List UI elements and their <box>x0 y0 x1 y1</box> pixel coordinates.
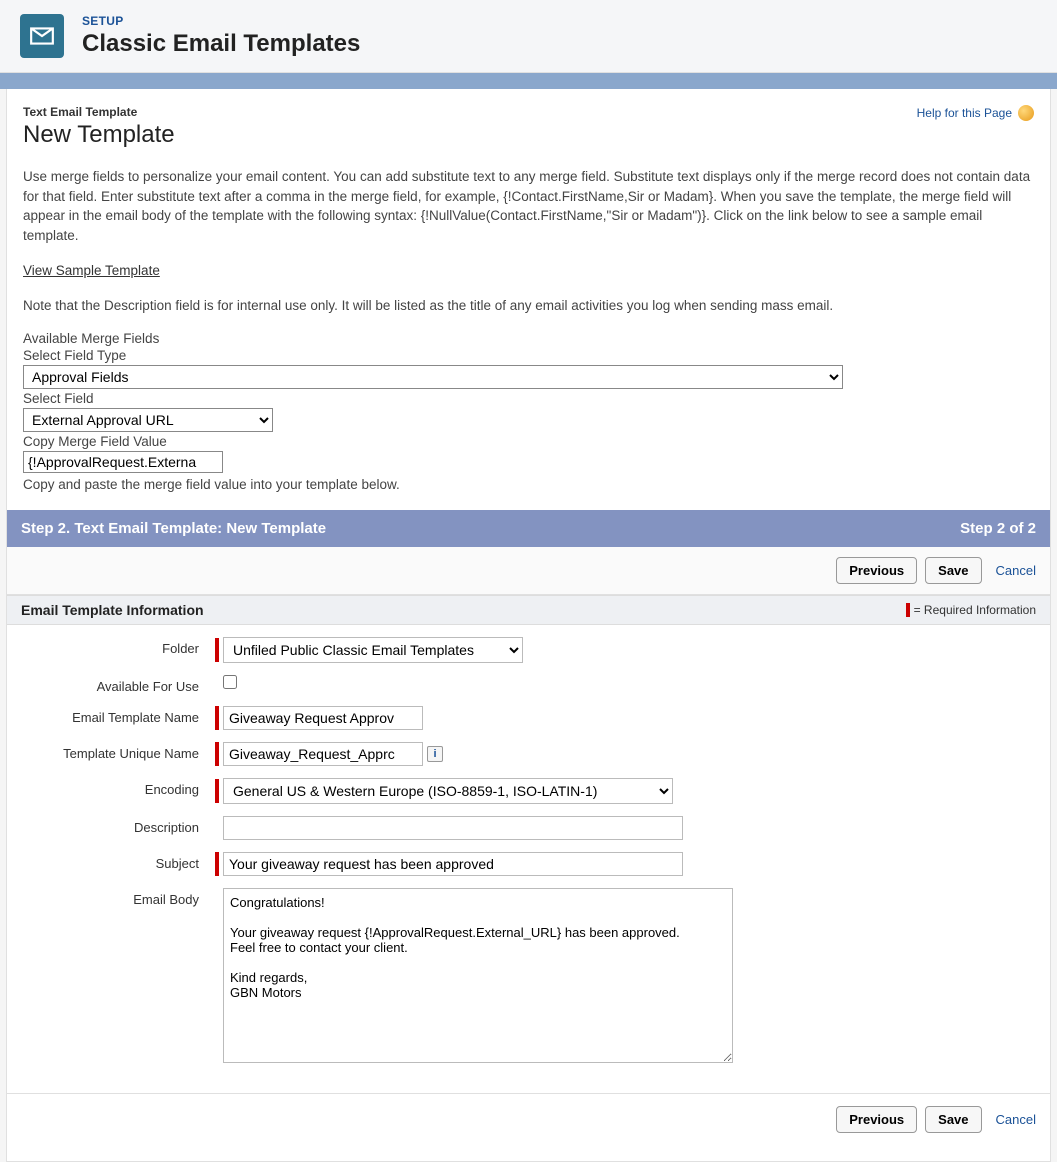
help-icon <box>1018 105 1034 121</box>
required-mark-icon <box>215 852 219 876</box>
cancel-link[interactable]: Cancel <box>996 1112 1036 1127</box>
required-mark-icon <box>906 603 910 617</box>
section-header: Email Template Information = Required In… <box>7 595 1050 625</box>
required-mark-icon <box>215 779 219 803</box>
folder-select[interactable]: Unfiled Public Classic Email Templates <box>223 637 523 663</box>
cancel-link[interactable]: Cancel <box>996 563 1036 578</box>
copy-merge-help: Copy and paste the merge field value int… <box>23 477 1034 492</box>
unique-name-input[interactable] <box>223 742 423 766</box>
note-text: Note that the Description field is for i… <box>23 298 1034 313</box>
available-label: Available For Use <box>7 669 207 700</box>
section-title: Email Template Information <box>21 602 204 618</box>
folder-label: Folder <box>7 631 207 669</box>
email-body-textarea[interactable] <box>223 888 733 1063</box>
copy-merge-label: Copy Merge Field Value <box>23 434 1034 449</box>
previous-button[interactable]: Previous <box>836 557 917 584</box>
field-select[interactable]: External Approval URL <box>23 408 273 432</box>
subject-label: Subject <box>7 846 207 882</box>
info-icon[interactable]: i <box>427 746 443 762</box>
field-label: Select Field <box>23 391 1034 406</box>
help-link[interactable]: Help for this Page <box>917 105 1034 121</box>
field-type-select[interactable]: Approval Fields <box>23 365 843 389</box>
merge-fields-area: Available Merge Fields Select Field Type… <box>23 331 1034 492</box>
subject-input[interactable] <box>223 852 683 876</box>
template-name-input[interactable] <box>223 706 423 730</box>
view-sample-link[interactable]: View Sample Template <box>23 263 160 278</box>
available-checkbox[interactable] <box>223 675 237 689</box>
required-mark-icon <box>215 742 219 766</box>
required-legend: = Required Information <box>906 603 1036 617</box>
description-label: Description <box>7 810 207 846</box>
name-label: Email Template Name <box>7 700 207 736</box>
field-type-label: Select Field Type <box>23 348 1034 363</box>
step-counter: Step 2 of 2 <box>960 520 1036 537</box>
required-mark-icon <box>215 706 219 730</box>
email-icon <box>20 14 64 58</box>
divider-bar <box>0 73 1057 89</box>
description-text: Use merge fields to personalize your ema… <box>23 167 1034 245</box>
copy-merge-input[interactable] <box>23 451 223 473</box>
body-label: Email Body <box>7 882 207 1069</box>
setup-label: SETUP <box>82 14 360 28</box>
previous-button[interactable]: Previous <box>836 1106 917 1133</box>
page-subtitle: Text Email Template <box>23 105 175 119</box>
step-bar: Step 2. Text Email Template: New Templat… <box>7 510 1050 547</box>
required-text: = Required Information <box>914 603 1036 617</box>
save-button[interactable]: Save <box>925 557 981 584</box>
unique-label: Template Unique Name <box>7 736 207 772</box>
step-title: Step 2. Text Email Template: New Templat… <box>21 520 326 537</box>
save-button[interactable]: Save <box>925 1106 981 1133</box>
required-mark-icon <box>215 638 219 662</box>
bottom-button-row: Previous Save Cancel <box>7 1093 1050 1145</box>
encoding-label: Encoding <box>7 772 207 810</box>
top-button-row: Previous Save Cancel <box>7 547 1050 595</box>
page-main-title: Classic Email Templates <box>82 30 360 58</box>
help-link-label: Help for this Page <box>917 106 1012 120</box>
merge-heading: Available Merge Fields <box>23 331 1034 346</box>
page-title: New Template <box>23 121 175 149</box>
description-input[interactable] <box>223 816 683 840</box>
encoding-select[interactable]: General US & Western Europe (ISO-8859-1,… <box>223 778 673 804</box>
page-header: SETUP Classic Email Templates <box>0 0 1057 73</box>
